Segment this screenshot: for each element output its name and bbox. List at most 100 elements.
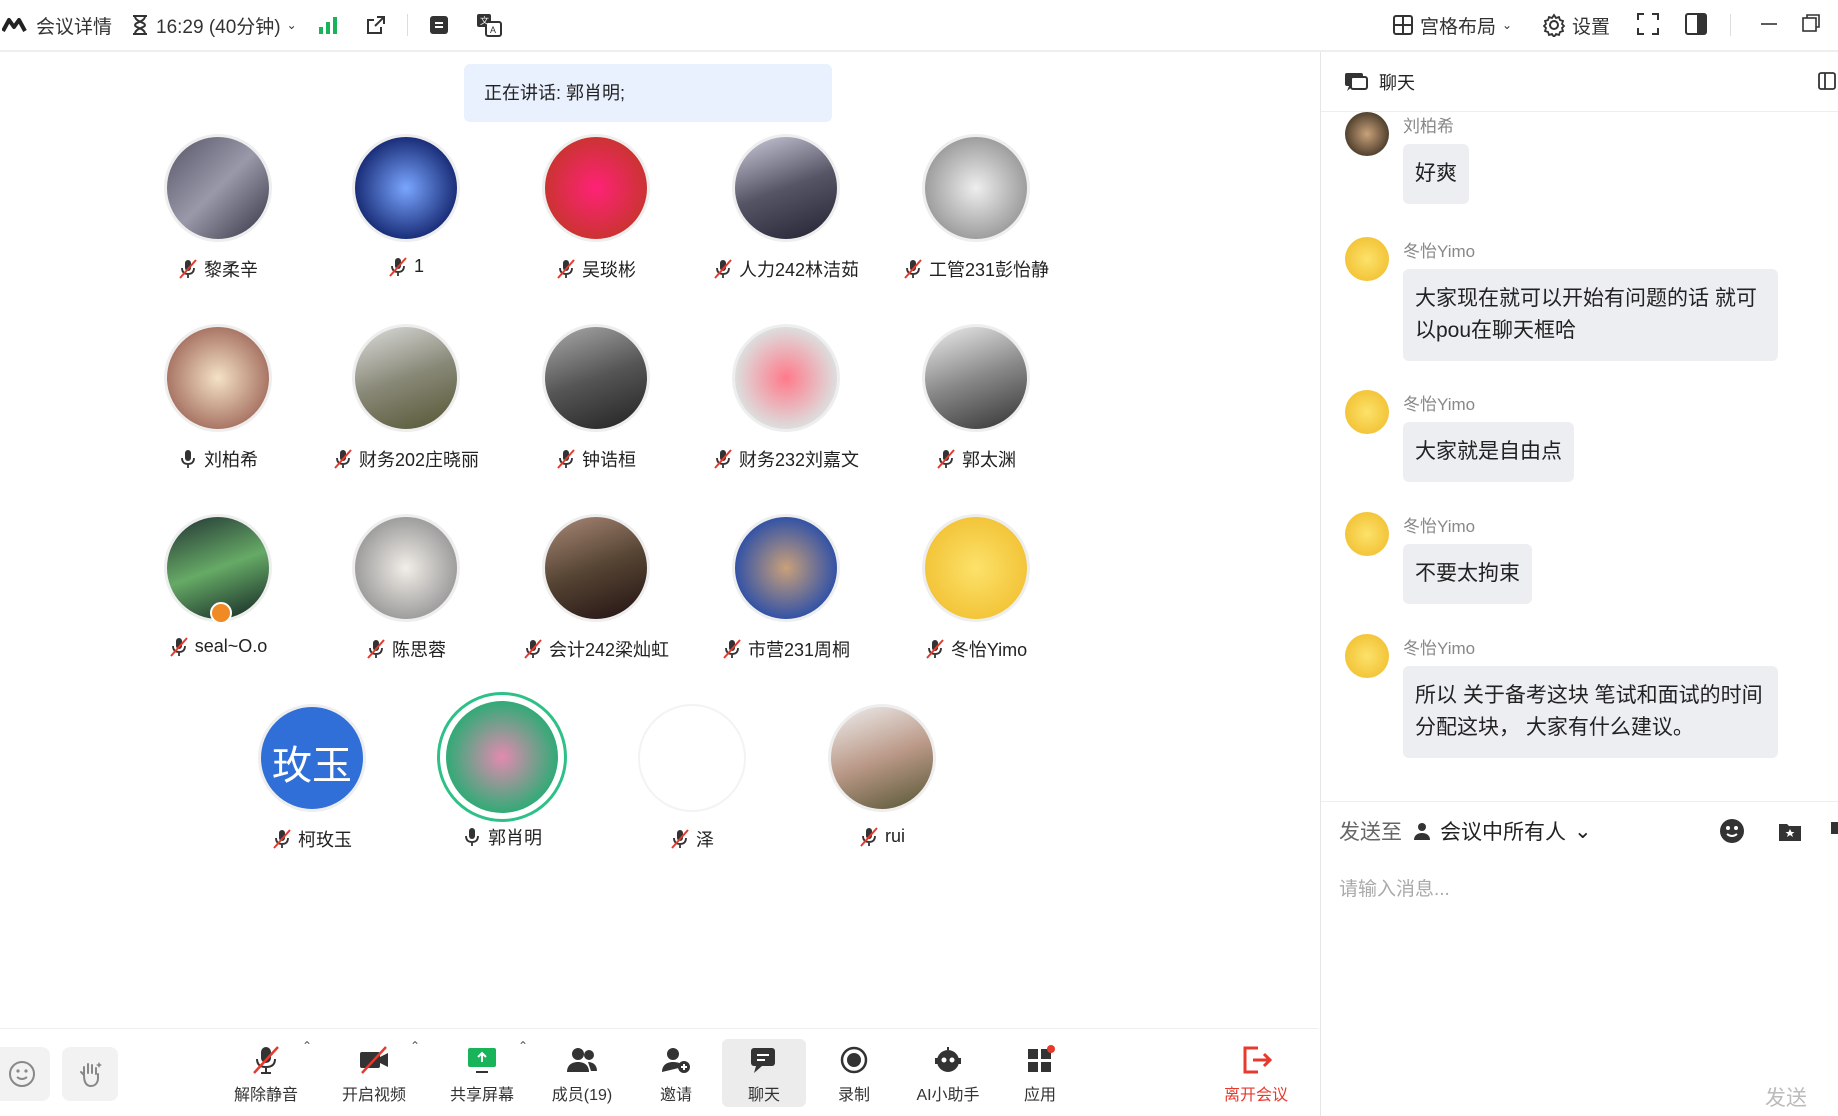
avatar <box>164 134 272 242</box>
record-button[interactable]: 录制 <box>812 1045 896 1105</box>
participant-name-row: seal~O.o <box>169 636 267 657</box>
chat-panel: 聊天 刘柏希 好爽 冬怡Yimo 大家现在就可以开始有问题的话 就可以pou在聊天框哈… <box>1320 52 1838 1116</box>
participant-tile[interactable]: 刘柏希 <box>118 324 318 524</box>
participant-tile[interactable]: 会计242梁灿虹 <box>496 514 696 714</box>
members-button[interactable]: 成员(19) <box>540 1045 624 1105</box>
chevron-up-icon[interactable]: ⌃ <box>410 1039 420 1053</box>
participant-tile[interactable]: 工管231彭怡静 <box>876 134 1076 334</box>
translate-icon[interactable]: 文A <box>476 13 502 37</box>
avatar <box>922 324 1030 432</box>
mic-muted-icon <box>937 449 955 469</box>
avatar <box>732 134 840 242</box>
settings-button[interactable]: 设置 <box>1542 12 1610 39</box>
participant-tile[interactable]: 郭肖明 <box>402 692 602 904</box>
participant-name: 市营231周桐 <box>747 640 851 660</box>
duration-dropdown[interactable]: 16:29 (40分钟) ⌄ <box>130 12 297 39</box>
participant-name: 陈思蓉 <box>392 640 446 660</box>
smile-icon <box>9 1061 35 1087</box>
video-button[interactable]: 开启视频 <box>332 1045 416 1105</box>
fullscreen-icon[interactable] <box>1636 12 1660 36</box>
avatar-initials: 玫玉 <box>272 744 352 788</box>
message-sender: 冬怡Yimo <box>1403 395 1476 414</box>
participant-tile[interactable]: 郭太渊 <box>876 324 1076 524</box>
sidebar-toggle-icon[interactable] <box>1684 12 1708 36</box>
mic-muted-icon <box>714 259 732 279</box>
title-bar: 会议详情 16:29 (40分钟) ⌄ 文A 宫格布局 ⌄ 设置 <box>0 0 1838 50</box>
participant-tile[interactable]: 市营231周桐 <box>686 514 886 714</box>
meeting-details-label: 会议详情 <box>36 16 113 38</box>
more-icon[interactable] <box>1829 820 1838 844</box>
participant-name-row: 会计242梁灿虹 <box>523 636 669 662</box>
signal-icon[interactable] <box>317 15 339 35</box>
video-grid: 正在讲话: 郭肖明; 黎柔辛 1 吴琰彬 人力242林洁茹 工管231彭怡静 刘柏希 财务2… <box>0 52 1318 1028</box>
send-button[interactable]: 发送 <box>1765 1082 1807 1112</box>
avatar: 玫玉 <box>258 704 366 812</box>
meeting-info-button[interactable]: 会议详情 <box>2 12 112 39</box>
robot-icon <box>935 1047 961 1072</box>
participant-tile[interactable]: 人力242林洁茹 <box>686 134 886 334</box>
exit-icon <box>1243 1046 1272 1074</box>
unmute-button[interactable]: 解除静音 <box>224 1045 308 1105</box>
restore-icon[interactable] <box>1800 12 1822 34</box>
share-out-icon[interactable] <box>365 14 387 36</box>
avatar <box>352 324 460 432</box>
participant-name-row: 刘柏希 <box>178 446 258 472</box>
mic-muted-icon <box>557 259 575 279</box>
participant-name: 吴琰彬 <box>582 260 636 280</box>
participant-tile[interactable]: 吴琰彬 <box>496 134 696 334</box>
participant-tile[interactable]: 财务232刘嘉文 <box>686 324 886 524</box>
message-sender: 冬怡Yimo <box>1403 242 1476 261</box>
notes-icon[interactable] <box>428 14 450 36</box>
minimize-icon[interactable] <box>1758 12 1780 34</box>
participant-name-row: 冬怡Yimo <box>925 636 1027 662</box>
ai-label: AI小助手 <box>916 1087 980 1104</box>
avatar <box>1345 112 1389 156</box>
invite-button[interactable]: 邀请 <box>634 1045 718 1105</box>
chat-label: 聊天 <box>747 1087 780 1104</box>
participant-name-row: 郭肖明 <box>462 824 542 850</box>
participant-name-row: rui <box>859 826 905 847</box>
avatar <box>352 514 460 622</box>
popout-icon[interactable] <box>1816 70 1838 92</box>
chat-title: 聊天 <box>1379 72 1415 93</box>
chat-message: 冬怡Yimo 大家现在就可以开始有问题的话 就可以pou在聊天框哈 <box>1345 237 1785 387</box>
chevron-up-icon[interactable]: ⌃ <box>518 1039 528 1053</box>
participant-tile[interactable]: 黎柔辛 <box>118 134 318 334</box>
avatar <box>732 514 840 622</box>
chat-button[interactable]: 聊天 <box>722 1045 806 1105</box>
participant-tile[interactable]: 玫玉 柯玫玉 <box>212 704 412 904</box>
emoji-icon[interactable] <box>1719 818 1745 844</box>
divider <box>1730 14 1731 36</box>
layout-dropdown[interactable]: 宫格布局 ⌄ <box>1392 12 1512 39</box>
compose-area: 发送至 会议中所有人 ⌄ 请输入消息... <box>1321 801 1838 1080</box>
participant-tile[interactable]: 陈思蓉 <box>306 514 506 714</box>
mic-muted-icon <box>723 639 741 659</box>
participant-name-row: 吴琰彬 <box>556 256 636 282</box>
svg-text:A: A <box>490 25 496 35</box>
chevron-up-icon[interactable]: ⌃ <box>302 1039 312 1053</box>
participant-tile[interactable]: 1 <box>306 134 506 334</box>
message-input[interactable]: 请输入消息... <box>1321 860 1838 1080</box>
participant-tile[interactable]: rui <box>782 704 982 904</box>
folder-icon[interactable] <box>1777 818 1803 844</box>
participant-tile[interactable]: 钟诰桓 <box>496 324 696 524</box>
leave-meeting-button[interactable]: 离开会议 <box>1214 1045 1298 1105</box>
ai-assistant-button[interactable]: AI小助手 <box>906 1045 990 1105</box>
avatar <box>732 324 840 432</box>
participant-name-row: 陈思蓉 <box>366 636 446 662</box>
members-icon <box>567 1048 597 1072</box>
add-person-icon <box>662 1048 690 1073</box>
share-screen-button[interactable]: 共享屏幕 <box>440 1045 524 1105</box>
participant-tile[interactable]: 泽 <box>592 704 792 904</box>
raise-hand-button[interactable] <box>62 1047 118 1101</box>
apps-button[interactable]: 应用 <box>998 1045 1082 1105</box>
recipient-dropdown[interactable]: 会议中所有人 ⌄ <box>1412 816 1592 846</box>
participant-tile[interactable]: 财务202庄晓丽 <box>306 324 506 524</box>
mic-muted-icon <box>524 639 542 659</box>
reaction-button[interactable] <box>0 1047 50 1101</box>
svg-text:文: 文 <box>480 15 489 26</box>
avatar <box>1345 512 1389 556</box>
participant-tile[interactable]: seal~O.o <box>118 514 318 714</box>
participant-tile[interactable]: 冬怡Yimo <box>876 514 1076 714</box>
hand-icon <box>80 1062 102 1088</box>
